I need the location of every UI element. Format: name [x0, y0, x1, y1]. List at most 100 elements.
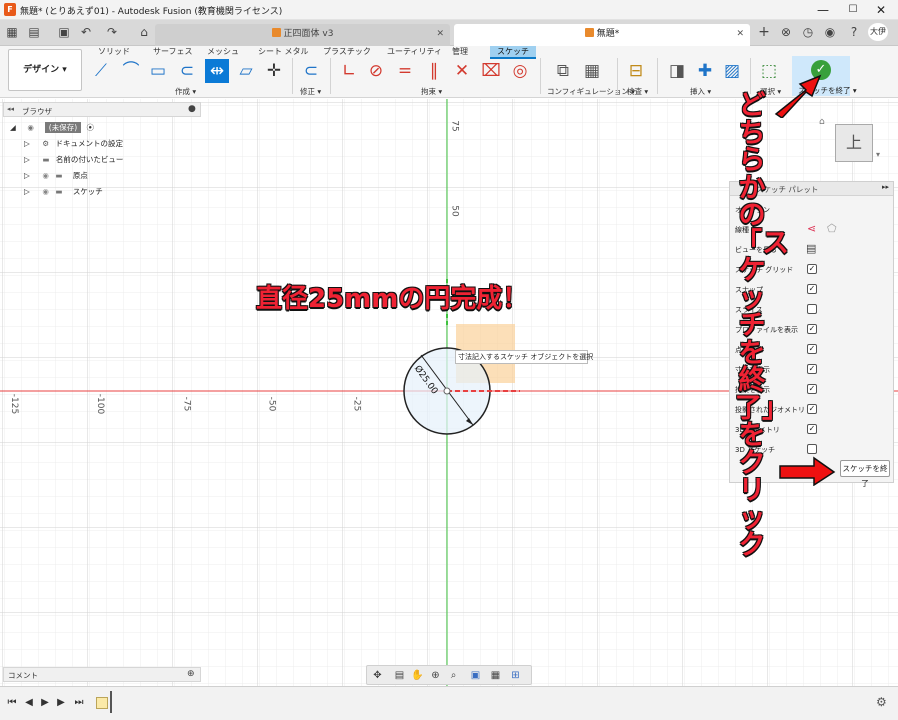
projected-geometry-checkbox[interactable]: ✓ [807, 404, 817, 414]
insert-derive-icon[interactable]: ◨ [665, 59, 689, 83]
sketch-grid-checkbox[interactable]: ✓ [807, 264, 817, 274]
save-icon[interactable]: ▣ [56, 23, 72, 41]
timeline-sketch-feature-icon[interactable] [96, 697, 108, 709]
user-avatar[interactable]: 大伊 [868, 23, 888, 41]
pan-icon[interactable]: ✋ [411, 669, 424, 683]
minimize-button[interactable]: — [808, 0, 838, 20]
tree-item-named-views[interactable]: ▷ ▬ 名前の付いたビュー [24, 154, 123, 168]
inspect-group-label[interactable]: 検査 ▾ [627, 86, 648, 97]
redo-icon[interactable]: ↷ [104, 23, 120, 41]
tab-sheet-metal[interactable]: シート メタル [258, 46, 309, 57]
expand-arrow-icon[interactable]: ▷ [24, 187, 34, 196]
tab-mesh[interactable]: メッシュ [207, 46, 239, 57]
insert-plus-icon[interactable]: ✚ [693, 59, 717, 83]
3d-geometry-checkbox[interactable]: ✓ [807, 424, 817, 434]
eye-icon[interactable]: ◉ [27, 123, 39, 132]
tree-root[interactable]: ◢ ◉ (未保存) ⦿ [10, 122, 94, 136]
point-tool-icon[interactable]: ✛ [262, 59, 286, 83]
activate-radio-icon[interactable]: ⦿ [87, 122, 95, 133]
doc-tab-tetrahedron[interactable]: 正四面体 v3 ✕ [155, 24, 450, 46]
modify-group-label[interactable]: 修正 ▾ [300, 86, 321, 97]
grid-menu-icon[interactable]: ▦ [4, 23, 20, 41]
equal-constraint-icon[interactable]: = [393, 59, 417, 83]
eye-icon[interactable]: ◉ [42, 187, 49, 196]
tab-plastic[interactable]: プラスチック [323, 46, 371, 57]
expand-triangle-icon[interactable]: ◢ [10, 123, 22, 132]
timeline-marker[interactable] [110, 691, 112, 713]
look-at-icon[interactable]: ▤ [806, 242, 816, 255]
tangent-constraint-icon[interactable]: ⊘ [364, 59, 388, 83]
snap-checkbox[interactable]: ✓ [807, 284, 817, 294]
parallel-constraint-icon[interactable]: ∥ [422, 59, 446, 83]
home-view-icon[interactable]: ⌂ [819, 117, 825, 127]
center-point[interactable] [443, 387, 451, 395]
centerline-icon[interactable]: ⬠ [827, 222, 837, 235]
show-dimensions-checkbox[interactable]: ✓ [807, 364, 817, 374]
show-profile-checkbox[interactable]: ✓ [807, 324, 817, 334]
table-icon[interactable]: ▦ [580, 59, 604, 83]
viewcube[interactable]: 上 [835, 124, 873, 162]
undo-icon[interactable]: ↶ [78, 23, 94, 41]
configure-icon[interactable]: ⧉ [551, 59, 575, 83]
close-tab-icon[interactable]: ✕ [736, 24, 744, 44]
constraints-group-label[interactable]: 拘束 ▾ [421, 86, 442, 97]
measure-icon[interactable]: ⊟ [624, 59, 648, 83]
palette-finish-sketch-button[interactable]: スケッチを終了 [840, 460, 890, 488]
expand-arrow-icon[interactable]: ▷ [24, 139, 34, 148]
viewports-icon[interactable]: ⊞ [509, 669, 522, 683]
step-back-icon[interactable]: ◀ [22, 695, 36, 711]
3d-sketch-checkbox[interactable] [807, 444, 817, 454]
jobs-status-icon[interactable]: ◷ [800, 23, 816, 41]
browser-pin-icon[interactable]: ● [188, 104, 196, 114]
tree-item-document-settings[interactable]: ▷ ⚙ ドキュメントの設定 [24, 138, 123, 152]
timeline-settings-gear-icon[interactable]: ⚙ [876, 695, 887, 709]
go-to-end-icon[interactable]: ⏭ [72, 695, 86, 711]
add-comment-icon[interactable]: ⊕ [187, 669, 195, 679]
file-icon[interactable]: ▤ [26, 23, 42, 41]
tree-item-sketches[interactable]: ▷ ◉ ▬ スケッチ [24, 186, 103, 200]
extensions-icon[interactable]: ⊗ [778, 23, 794, 41]
tab-manage[interactable]: 管理 [452, 46, 468, 57]
home-icon[interactable]: ⌂ [136, 23, 152, 41]
collapse-left-icon[interactable]: ◂◂ [7, 105, 14, 113]
fillet-tool-icon[interactable]: ⊂ [299, 59, 323, 83]
new-tab-icon[interactable]: + [756, 23, 772, 41]
notifications-icon[interactable]: ◉ [822, 23, 838, 41]
fix-constraint-icon[interactable]: ⌧ [479, 59, 503, 83]
coincident-constraint-icon[interactable]: ∟ [337, 59, 361, 83]
expand-right-icon[interactable]: ▸▸ [882, 183, 889, 191]
dimension-tool-icon[interactable]: ⇹ [205, 59, 229, 83]
perpendicular-constraint-icon[interactable]: ✕ [450, 59, 474, 83]
comments-panel-header[interactable]: コメント ⊕ [3, 667, 201, 682]
expand-arrow-icon[interactable]: ▷ [24, 155, 34, 164]
rectangle-tool-icon[interactable]: ▭ [146, 59, 170, 83]
tab-surface[interactable]: サーフェス [153, 46, 193, 57]
browser-panel-header[interactable]: ◂◂ ブラウザ ● [3, 102, 201, 117]
tab-sketch[interactable]: スケッチ [490, 46, 536, 59]
go-to-start-icon[interactable]: ⏮ [5, 695, 19, 711]
slot-tool-icon[interactable]: ⊂ [175, 59, 199, 83]
play-icon[interactable]: ▶ [38, 695, 52, 711]
help-icon[interactable]: ? [846, 23, 862, 41]
insert-group-label[interactable]: 挿入 ▾ [690, 86, 711, 97]
construction-line-icon[interactable]: ⋖ [807, 222, 816, 235]
show-points-checkbox[interactable]: ✓ [807, 344, 817, 354]
line-tool-icon[interactable]: ⟋ [89, 59, 113, 83]
close-tab-icon[interactable]: ✕ [436, 24, 444, 44]
look-at-icon[interactable]: ▤ [393, 669, 406, 683]
doc-tab-untitled[interactable]: 無題* ✕ [454, 24, 750, 46]
tree-item-origin[interactable]: ▷ ◉ ▬ 原点 [24, 170, 88, 184]
eye-icon[interactable]: ◉ [42, 171, 49, 180]
zoom-icon[interactable]: ⊕ [429, 669, 442, 683]
workspace-switcher[interactable]: デザイン ▾ [8, 49, 82, 91]
tab-utility[interactable]: ユーティリティ [387, 46, 442, 57]
expand-arrow-icon[interactable]: ▷ [24, 171, 34, 180]
insert-image-icon[interactable]: ▨ [720, 59, 744, 83]
arc-tool-icon[interactable]: ⌒ [119, 59, 143, 83]
display-settings-icon[interactable]: ▣ [469, 669, 482, 683]
grid-settings-icon[interactable]: ▦ [489, 669, 502, 683]
show-constraints-checkbox[interactable]: ✓ [807, 384, 817, 394]
slice-checkbox[interactable] [807, 304, 817, 314]
configure-group-label[interactable]: コンフィギュレーション ▾ [547, 86, 635, 97]
tab-solid[interactable]: ソリッド [98, 46, 130, 57]
